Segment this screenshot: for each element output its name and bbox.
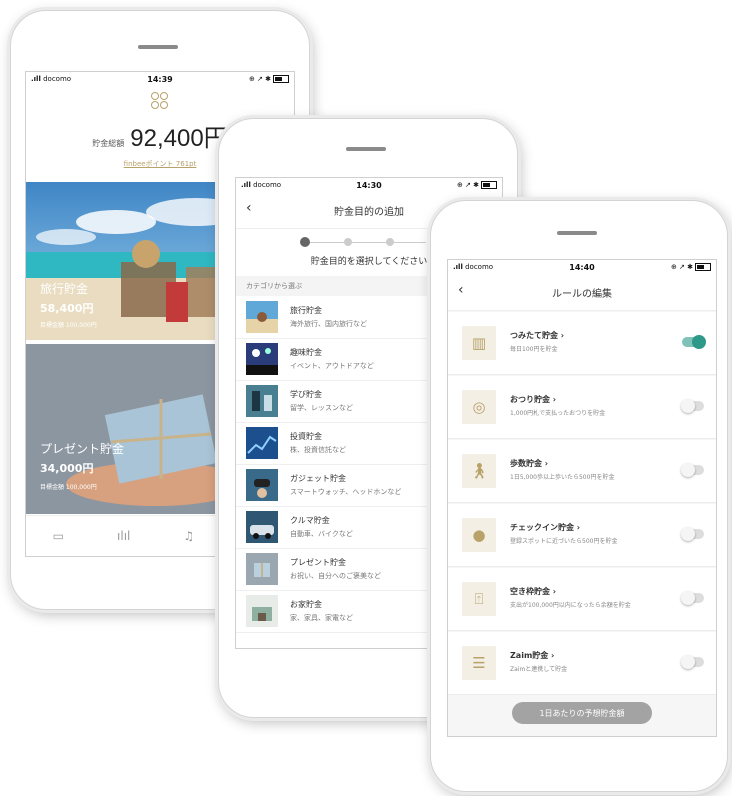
savings-label: 貯金総額 xyxy=(92,139,125,148)
present-thumbnail xyxy=(246,553,278,585)
step-dot xyxy=(300,237,310,247)
rule-toggle[interactable] xyxy=(682,335,706,349)
travel-thumbnail xyxy=(246,301,278,333)
piggy-icon: ▥ xyxy=(462,326,496,360)
rule-name: つみたて貯金 › xyxy=(510,331,565,340)
rule-toggle[interactable] xyxy=(681,591,704,605)
category-desc: 海外旅行、国内旅行など xyxy=(290,320,367,328)
home-thumbnail xyxy=(246,595,278,627)
back-chevron-icon[interactable]: ‹ xyxy=(246,200,252,216)
category-desc: スマートウォッチ、ヘッドホンなど xyxy=(290,488,402,496)
rule-name: 歩数貯金 › xyxy=(510,459,549,468)
gadget-thumbnail xyxy=(246,469,278,501)
goal-target: 目標金額 100,000円 xyxy=(40,484,97,491)
rule-item-steps[interactable]: 🚶︎ 歩数貯金 › 1日5,000歩以上歩いたら500円を貯金 xyxy=(448,440,716,503)
category-desc: 株、投資信託など xyxy=(290,446,346,454)
phone-rule-editor: .ıll docomo 14:40 ⊕ ↗ ✱ ‹ ルールの編集 ▥ つみたて貯… xyxy=(430,200,728,792)
pin-icon: ● xyxy=(462,518,496,552)
rule-name: 空き枠貯金 › xyxy=(510,587,557,596)
clock: 14:40 xyxy=(569,262,595,272)
rule-toggle[interactable] xyxy=(681,527,704,541)
goal-title: 旅行貯金 xyxy=(40,282,89,296)
category-name: 趣味貯金 xyxy=(290,348,322,357)
category-desc: お祝い、自分へのご褒美など xyxy=(290,572,381,580)
step-dot xyxy=(386,238,394,246)
rule-name: おつり貯金 › xyxy=(510,395,557,404)
status-bar: .ıll docomo 14:39 ⊕ ↗ ✱ xyxy=(26,72,294,86)
goal-amount: 34,000円 xyxy=(40,462,94,475)
category-name: プレゼント貯金 xyxy=(290,558,346,567)
estimate-button[interactable]: 1日あたりの予想貯金額 xyxy=(512,702,652,724)
category-desc: 家、家具、家電など xyxy=(290,614,353,622)
back-chevron-icon[interactable]: ‹ xyxy=(458,282,464,298)
rule-desc: 登録スポットに近づいたら500円を貯金 xyxy=(510,538,618,545)
category-name: ガジェット貯金 xyxy=(290,474,346,483)
category-name: クルマ貯金 xyxy=(290,516,330,525)
rule-name: Zaim貯金 › xyxy=(510,651,555,660)
bell-icon[interactable]: ♫ xyxy=(184,529,195,543)
step-dot xyxy=(344,238,352,246)
category-name: 投資貯金 xyxy=(290,432,322,441)
rule-item-zaim[interactable]: ☰ Zaim貯金 › Zaimと連携して貯金 xyxy=(448,632,716,695)
clock: 14:39 xyxy=(147,74,173,84)
rule-name: チェックイン貯金 › xyxy=(510,523,581,532)
chart-icon[interactable]: ılıl xyxy=(117,529,130,543)
page-title: 貯金目的の追加 xyxy=(334,206,404,218)
rule-item-otsuri[interactable]: ◎ おつり貯金 › 1,000円札で支払ったおつりを貯金 xyxy=(448,376,716,439)
rule-desc: 1日5,000歩以上歩いたら500円を貯金 xyxy=(510,474,615,481)
rule-desc: 毎日100円を貯金 xyxy=(510,346,558,353)
status-bar: .ıll docomo 14:30 ⊕ ↗ ✱ xyxy=(236,178,502,192)
rule-toggle[interactable] xyxy=(681,655,704,669)
rule-desc: Zaimと連携して貯金 xyxy=(510,666,568,673)
screen: .ıll docomo 14:40 ⊕ ↗ ✱ ‹ ルールの編集 ▥ つみたて貯… xyxy=(447,259,717,737)
savings-amount: 92,400円 xyxy=(130,125,228,152)
stack-icon: ☰ xyxy=(462,646,496,680)
rule-desc: 1,000円札で支払ったおつりを貯金 xyxy=(510,410,606,417)
goal-target: 目標金額 100,000円 xyxy=(40,322,97,329)
goal-title: プレゼント貯金 xyxy=(40,442,125,456)
category-name: お家貯金 xyxy=(290,600,322,609)
page-title: ルールの編集 xyxy=(552,288,612,300)
rule-toggle[interactable] xyxy=(681,463,704,477)
category-desc: イベント、アウトドアなど xyxy=(290,362,374,370)
status-bar: .ıll docomo 14:40 ⊕ ↗ ✱ xyxy=(448,260,716,274)
category-desc: 自動車、バイクなど xyxy=(290,530,353,538)
invest-thumbnail xyxy=(246,427,278,459)
study-thumbnail xyxy=(246,385,278,417)
walk-icon: 🚶︎ xyxy=(462,454,496,488)
category-name: 学び貯金 xyxy=(290,390,322,399)
category-name: 旅行貯金 xyxy=(290,306,322,315)
speaker xyxy=(346,147,386,151)
speaker xyxy=(138,45,178,49)
category-desc: 留学、レッスンなど xyxy=(290,404,353,412)
rule-desc: 支出が100,000円以内になったら余額を貯金 xyxy=(510,602,631,609)
speaker xyxy=(557,231,597,235)
frame-icon: ⍐ xyxy=(462,582,496,616)
nav-bar: ‹ ルールの編集 xyxy=(448,274,716,311)
coin-icon: ◎ xyxy=(462,390,496,424)
home-icon[interactable]: ▭ xyxy=(53,529,64,543)
hobby-thumbnail xyxy=(246,343,278,375)
rule-toggle[interactable] xyxy=(681,399,704,413)
clock: 14:30 xyxy=(356,180,382,190)
rule-item-checkin[interactable]: ● チェックイン貯金 › 登録スポットに近づいたら500円を貯金 xyxy=(448,504,716,567)
finbee-logo-icon xyxy=(151,92,169,110)
car-thumbnail xyxy=(246,511,278,543)
rule-item-tsumitate[interactable]: ▥ つみたて貯金 › 毎日100円を貯金 xyxy=(448,312,716,375)
goal-amount: 58,400円 xyxy=(40,302,94,315)
rule-item-akiwaku[interactable]: ⍐ 空き枠貯金 › 支出が100,000円以内になったら余額を貯金 xyxy=(448,568,716,631)
